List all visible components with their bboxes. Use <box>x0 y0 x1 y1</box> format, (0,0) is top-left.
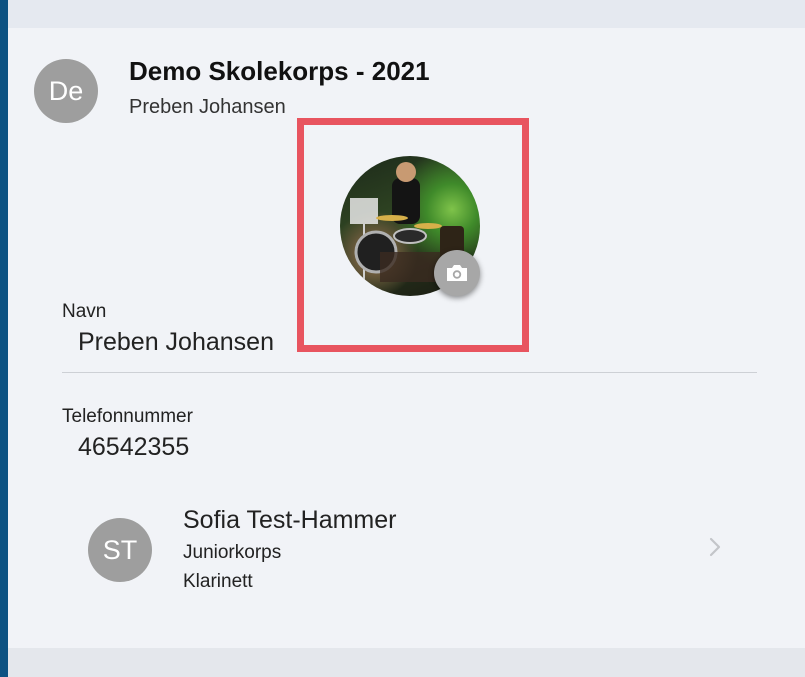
org-avatar: De <box>34 59 98 123</box>
name-label: Navn <box>62 301 107 322</box>
name-value[interactable]: Preben Johansen <box>78 328 274 357</box>
child-list-item[interactable]: ST Sofia Test-Hammer Juniorkorps Klarine… <box>62 500 757 604</box>
child-avatar-initials: ST <box>102 534 138 565</box>
change-photo-button[interactable] <box>434 250 480 296</box>
camera-icon <box>447 265 467 281</box>
name-divider <box>62 372 757 373</box>
child-avatar: ST <box>88 518 152 582</box>
org-avatar-initials: De <box>48 75 84 106</box>
profile-photo-button[interactable] <box>340 156 480 296</box>
chevron-right-icon <box>709 537 721 557</box>
child-name: Sofia Test-Hammer <box>183 506 397 534</box>
org-user-name: Preben Johansen <box>129 96 286 118</box>
phone-value[interactable]: 46542355 <box>78 433 189 462</box>
child-instrument: Klarinett <box>183 571 253 592</box>
top-bar <box>8 0 805 28</box>
bottom-bar <box>8 648 805 677</box>
child-group: Juniorkorps <box>183 542 282 563</box>
org-title: Demo Skolekorps - 2021 <box>129 56 430 86</box>
phone-label: Telefonnummer <box>62 406 193 427</box>
